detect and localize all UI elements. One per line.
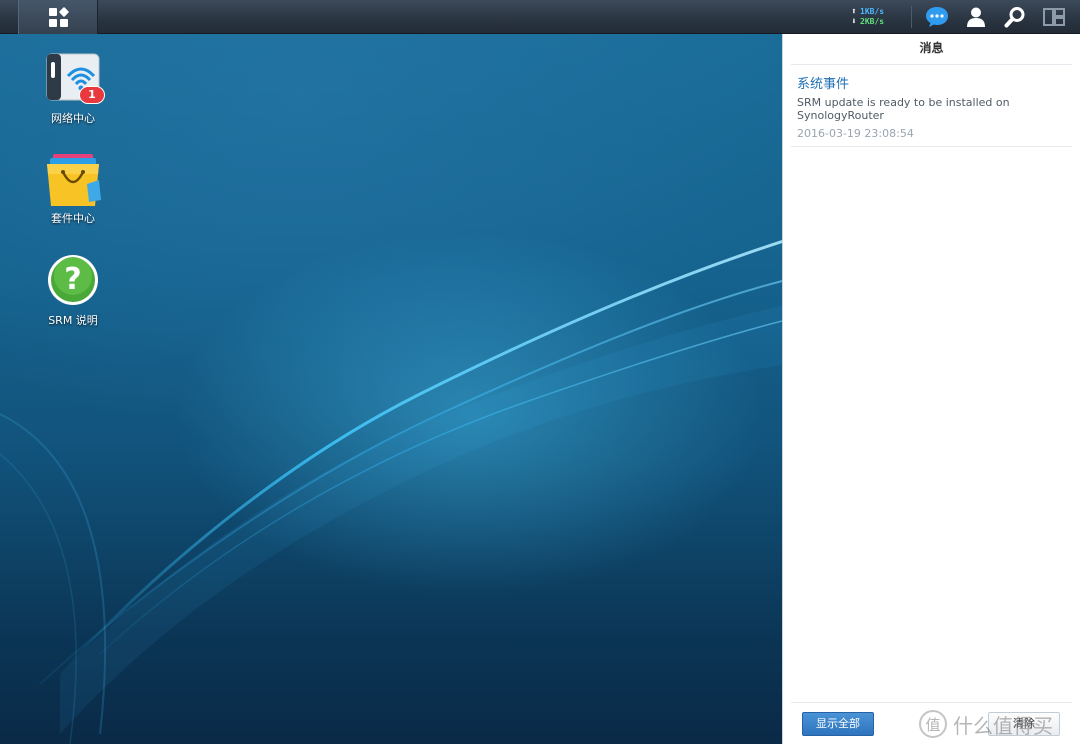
- desktop-area: 1 网络中心 套件中心 ? SRM 说明: [0, 34, 782, 744]
- svg-text:?: ?: [64, 262, 81, 297]
- notifications-panel: 消息 系统事件 SRM update is ready to be instal…: [782, 34, 1080, 744]
- grid-menu-icon: [48, 6, 69, 27]
- notification-item[interactable]: 系统事件 SRM update is ready to be installed…: [791, 73, 1072, 147]
- package-bag-icon: [45, 152, 101, 208]
- desktop-icon-label: 网络中心: [51, 112, 95, 125]
- notification-category: 系统事件: [797, 77, 850, 92]
- upload-speed: 1KB/s: [860, 7, 885, 16]
- panel-footer: 显示全部 清除 值 什么值得买: [791, 702, 1072, 744]
- clear-button[interactable]: 清除: [988, 712, 1060, 736]
- notification-badge: 1: [79, 86, 105, 104]
- watermark-logo: 值: [919, 710, 947, 738]
- network-speed-indicator: ⬆ 1KB/s ⬇ 2KB/s: [848, 7, 904, 27]
- notification-message: SRM update is ready to be installed on S…: [797, 96, 1010, 122]
- desktop-icon-label: SRM 说明: [48, 314, 98, 327]
- taskbar-divider: [911, 6, 912, 28]
- notification-icon[interactable]: [925, 5, 949, 29]
- download-speed: 2KB/s: [860, 17, 885, 26]
- wifi-router-icon: 1: [45, 52, 105, 108]
- panel-title: 消息: [791, 34, 1072, 65]
- upload-arrow-icon: ⬆: [851, 7, 857, 17]
- help-icon: ?: [45, 254, 101, 310]
- desktop-icon-package-center[interactable]: 套件中心: [28, 152, 118, 226]
- show-all-button[interactable]: 显示全部: [802, 712, 874, 736]
- taskbar: ⬆ 1KB/s ⬇ 2KB/s: [0, 0, 1080, 34]
- widgets-icon[interactable]: [1042, 5, 1066, 29]
- user-icon[interactable]: [964, 5, 988, 29]
- desktop-icon-label: 套件中心: [51, 212, 95, 225]
- notification-time: 2016-03-19 23:08:54: [797, 127, 914, 140]
- search-icon[interactable]: [1003, 5, 1027, 29]
- wallpaper-swoosh: [0, 240, 782, 744]
- download-arrow-icon: ⬇: [851, 17, 857, 27]
- main-menu-button[interactable]: [18, 0, 98, 34]
- desktop-icon-srm-help[interactable]: ? SRM 说明: [28, 254, 118, 328]
- desktop-icon-network-center[interactable]: 1 网络中心: [28, 52, 118, 126]
